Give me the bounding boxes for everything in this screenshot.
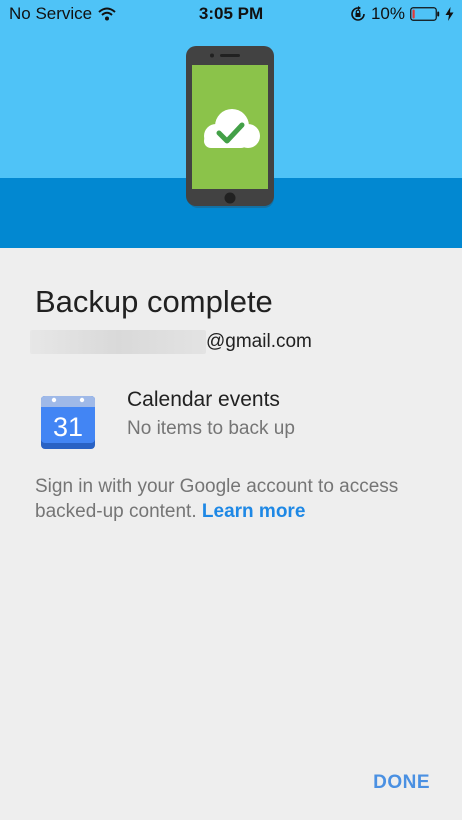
content-area: Backup complete @gmail.com 31 Calendar e… <box>0 248 462 820</box>
account-row: @gmail.com <box>30 328 312 356</box>
backup-complete-screen: No Service 3:05 PM 10% Backup complete @… <box>0 0 462 820</box>
page-title: Backup complete <box>35 284 273 319</box>
calendar-icon-number: 31 <box>53 412 83 442</box>
email-domain: @gmail.com <box>206 331 312 352</box>
done-button[interactable]: DONE <box>373 768 430 798</box>
bolt-icon <box>445 7 454 21</box>
learn-more-link[interactable]: Learn more <box>202 501 305 522</box>
list-item-calendar: 31 Calendar events No items to back up <box>40 386 440 456</box>
status-left: No Service <box>9 4 116 24</box>
wifi-icon <box>98 7 116 21</box>
item-title: Calendar events <box>127 388 280 411</box>
info-text: Sign in with your Google account to acce… <box>35 474 435 524</box>
carrier-label: No Service <box>9 4 93 23</box>
calendar-icon: 31 <box>41 396 95 449</box>
phone-cloud-check-icon <box>186 46 274 208</box>
battery-percent: 10% <box>370 4 405 23</box>
redacted-email-username <box>30 330 206 354</box>
battery-icon <box>410 7 440 21</box>
item-subtitle: No items to back up <box>127 418 295 439</box>
header-illustration <box>0 0 462 248</box>
status-bar: No Service 3:05 PM 10% <box>0 0 462 30</box>
lock-rotation-icon <box>350 6 366 22</box>
status-right: 10% <box>350 4 454 24</box>
